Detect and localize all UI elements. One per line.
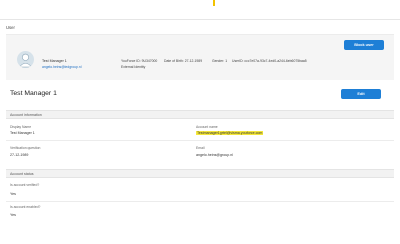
external-identity: External Identity: [121, 65, 146, 69]
row-divider: [6, 201, 394, 202]
top-bar: [0, 0, 400, 20]
account-status-title: Account status: [10, 172, 34, 176]
account-verified-label: Is account verified?: [10, 183, 40, 187]
account-name-label: Account name: [196, 125, 218, 129]
avatar-icon: [17, 51, 34, 68]
email-label: Email: [196, 146, 205, 150]
account-name-value: Testmanager1grtel@visma.youforce.com: [196, 131, 264, 135]
youforce-id: YouForce ID: 9U347000: [121, 59, 158, 63]
user-id: UserID: ccc7e07a-93c7-4ed0-a244-6eb6075b…: [232, 59, 307, 63]
edit-button[interactable]: Edit: [341, 89, 381, 99]
block-user-button[interactable]: Block user: [344, 40, 384, 50]
breadcrumb[interactable]: User: [6, 25, 15, 30]
gender: Gender: 1: [212, 59, 228, 63]
title-row: Test Manager 1 Edit: [6, 86, 394, 102]
display-name-value: Test Manager 1: [10, 131, 35, 135]
email-value: angelo.heins@group.nl: [196, 153, 234, 157]
verification-question-value: 27-12-1989: [10, 153, 29, 157]
verification-question-label: Verification question: [10, 146, 41, 150]
account-verified-value: Yes: [10, 192, 16, 196]
account-enabled-value: Yes: [10, 213, 16, 217]
account-information-header: Account information: [6, 110, 394, 119]
page-title: Test Manager 1: [10, 90, 57, 97]
display-name-label: Display Name: [10, 125, 32, 129]
row-divider: [6, 140, 394, 141]
profile-name: Test Manager 1: [42, 59, 67, 63]
profile-card: Test Manager 1 angelo.heins@ledgroup.nl …: [6, 34, 394, 80]
profile-email[interactable]: angelo.heins@ledgroup.nl: [42, 65, 81, 69]
account-enabled-label: Is account enabled?: [10, 205, 41, 209]
account-name-highlight: Testmanager1grtel@visma.youforce.com: [196, 131, 264, 135]
date-of-birth: Date of Birth: 27-12-1989: [164, 59, 203, 63]
account-information-title: Account information: [10, 113, 42, 117]
account-status-header: Account status: [6, 169, 394, 178]
top-accent-marker: [213, 0, 215, 6]
